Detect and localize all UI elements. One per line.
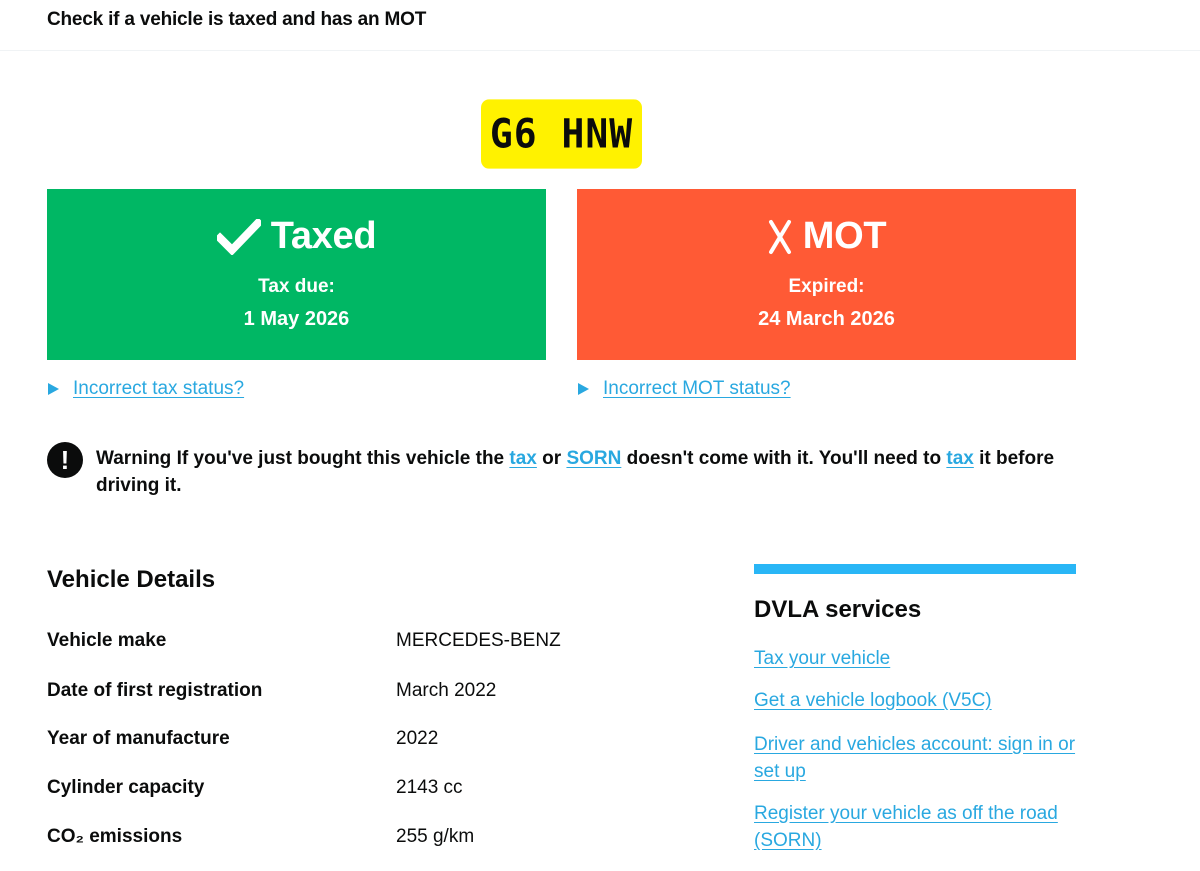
warning-icon: ! <box>47 442 83 478</box>
disclosure-triangle-icon <box>48 383 59 395</box>
list-item: Get a vehicle logbook (V5C) <box>754 687 1076 714</box>
account-sign-in-link[interactable]: Driver and vehicles account: sign in or … <box>754 734 1075 782</box>
header: Check if a vehicle is taxed and has an M… <box>0 0 1200 51</box>
cross-icon <box>767 219 793 255</box>
detail-value: 255 g/km <box>396 826 475 847</box>
tax-status-title: Taxed <box>270 215 377 257</box>
warning-message: Warning If you've just bought this vehic… <box>96 442 1066 499</box>
detail-value: March 2022 <box>396 680 497 701</box>
detail-label: Cylinder capacity <box>47 777 205 798</box>
detail-label: Year of manufacture <box>47 728 230 749</box>
register-sorn-link[interactable]: Register your vehicle as off the road (S… <box>754 803 1058 851</box>
mot-expired-date: 24 March 2026 <box>758 308 895 330</box>
mot-status-panel: MOT Expired: 24 March 2026 <box>577 189 1076 360</box>
detail-value: 2022 <box>396 728 439 749</box>
incorrect-tax-details[interactable]: Incorrect tax status? <box>48 378 244 400</box>
dvla-services-title: DVLA services <box>754 596 922 623</box>
warning-middle: doesn't come with it. You'll need to <box>621 448 947 469</box>
warning-prefix: Warning If you've just bought this vehic… <box>96 448 510 469</box>
disclosure-triangle-icon <box>578 383 589 395</box>
list-item: Driver and vehicles account: sign in or … <box>754 731 1076 785</box>
tax-status-panel: Taxed Tax due: 1 May 2026 <box>47 189 546 360</box>
vehicle-details-title: Vehicle Details <box>47 566 216 593</box>
list-item: Tax your vehicle <box>754 645 1076 672</box>
detail-label: Vehicle make <box>47 630 167 651</box>
detail-value: MERCEDES-BENZ <box>396 630 561 651</box>
checkmark-icon <box>216 218 261 255</box>
sorn-link[interactable]: SORN <box>566 448 621 469</box>
incorrect-tax-link[interactable]: Incorrect tax status? <box>73 378 244 400</box>
accent-bar <box>754 564 1076 574</box>
service-name[interactable]: Check if a vehicle is taxed and has an M… <box>47 9 426 31</box>
registration-plate: G6 HNW <box>481 99 642 169</box>
tax-link[interactable]: tax <box>509 448 536 469</box>
detail-label: CO₂ emissions <box>47 826 183 847</box>
list-item: Register your vehicle as off the road (S… <box>754 800 1076 854</box>
detail-label: Date of first registration <box>47 680 263 701</box>
warning-or: or <box>536 448 567 469</box>
warning-text: ! Warning If you've just bought this veh… <box>47 442 1077 499</box>
incorrect-mot-link[interactable]: Incorrect MOT status? <box>603 378 791 400</box>
tax-due-date: 1 May 2026 <box>243 308 350 330</box>
mot-expired-label: Expired: <box>788 276 865 297</box>
mot-status-title: MOT <box>802 215 887 257</box>
mot-status-heading: MOT <box>577 215 1076 258</box>
tax-status-heading: Taxed <box>47 215 546 258</box>
tax-link-2[interactable]: tax <box>946 448 973 469</box>
vehicle-logbook-link[interactable]: Get a vehicle logbook (V5C) <box>754 690 992 711</box>
dvla-services-panel: DVLA services Tax your vehicle Get a veh… <box>754 564 1076 851</box>
tax-your-vehicle-link[interactable]: Tax your vehicle <box>754 648 890 669</box>
tax-due-label: Tax due: <box>258 276 335 297</box>
detail-value: 2143 cc <box>396 777 463 798</box>
incorrect-mot-details[interactable]: Incorrect MOT status? <box>578 378 791 400</box>
